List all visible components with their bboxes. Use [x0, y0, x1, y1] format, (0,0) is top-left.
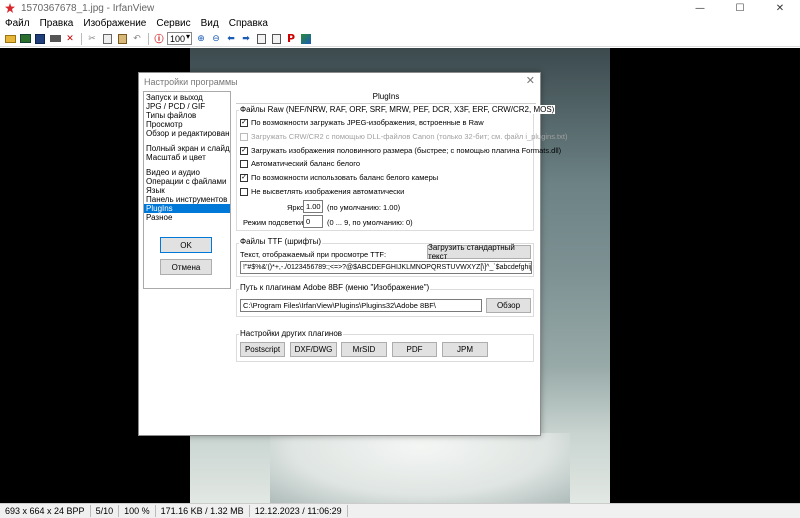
adobe-group-legend: Путь к плагинам Adobe 8BF (меню "Изображ… [239, 283, 431, 292]
delete-icon[interactable]: ✕ [63, 32, 77, 45]
raw-option-auto-white-balance[interactable]: Автоматический баланс белого [240, 159, 360, 168]
zoom-in-icon[interactable]: ⊕ [194, 32, 208, 45]
adobe-path-input[interactable]: C:\Program Files\IrfanView\Plugins\Plugi… [240, 299, 482, 312]
maximize-button[interactable]: ☐ [720, 0, 760, 16]
print-icon[interactable] [48, 32, 62, 45]
window-controls: — ☐ ✕ [680, 0, 800, 16]
raw-option-embedded-jpeg[interactable]: ✓ По возможности загружать JPEG-изображе… [240, 118, 484, 127]
status-bar: 693 x 664 x 24 BPP 5/10 100 % 171.16 KB … [0, 503, 800, 518]
raw-option-canon-dll: Загружать CRW/CR2 с помощью DLL-файлов C… [240, 132, 567, 141]
photo-highlight [270, 433, 570, 503]
ttf-text-label: Текст, отображаемый при просмотре TTF: [240, 250, 387, 259]
category-item[interactable]: Просмотр [144, 120, 230, 129]
checkbox-unchecked[interactable] [240, 159, 248, 168]
menu-bar: Файл Правка Изображение Сервис Вид Справ… [0, 16, 800, 30]
paste-icon[interactable] [115, 32, 129, 45]
load-default-text-button[interactable]: Загрузить стандартный текст [427, 243, 531, 261]
previous-icon[interactable]: ⬅ [224, 32, 238, 45]
ttf-text-input[interactable]: !"#$%&'()*+,-./0123456789:;<=>?@$ABCDEFG… [240, 261, 532, 274]
category-item[interactable]: Язык [144, 186, 230, 195]
minimize-button[interactable]: — [680, 0, 720, 16]
panel-title: PlugIns [372, 92, 400, 101]
toolbar-separator [81, 32, 82, 45]
toolbar: ✕ ✂ ↶ ⓘ 100 ⊕ ⊖ ⬅ ➡ P [0, 31, 800, 47]
category-item[interactable]: Панель инструментов [144, 195, 230, 204]
ok-button[interactable]: OK [160, 237, 212, 253]
category-item[interactable]: Обзор и редактирование [144, 129, 230, 138]
status-dimensions: 693 x 664 x 24 BPP [0, 505, 91, 517]
last-image-icon[interactable] [269, 32, 283, 45]
postscript-button[interactable]: Postscript [240, 342, 285, 357]
cut-icon[interactable]: ✂ [85, 32, 99, 45]
raw-group [236, 110, 534, 231]
category-item-plugins[interactable]: PlugIns [144, 204, 230, 213]
menu-tools[interactable]: Сервис [151, 18, 195, 29]
close-button[interactable]: ✕ [760, 0, 800, 16]
category-item[interactable]: Масштаб и цвет [144, 153, 230, 162]
checkbox-unchecked [240, 132, 248, 141]
paint-icon[interactable]: P [284, 32, 298, 45]
toolbar-separator [148, 32, 149, 45]
category-item[interactable]: Разное [144, 213, 230, 222]
raw-option-no-auto-brighten[interactable]: Не высветлять изображения автоматически [240, 187, 404, 196]
other-plugins-legend: Настройки других плагинов [239, 329, 344, 338]
settings-dialog: Настройки программы ✕ Запуск и выход JPG… [138, 72, 567, 436]
brightness-hint: (по умолчанию: 1.00) [327, 203, 401, 212]
cancel-button[interactable]: Отмена [160, 259, 212, 275]
ttf-group-legend: Файлы TTF (шрифты) [239, 237, 323, 246]
category-item[interactable]: Запуск и выход [144, 93, 230, 102]
brightness-input[interactable]: 1.00 [303, 200, 323, 213]
irfanview-logo-icon [5, 3, 15, 13]
checkbox-checked[interactable]: ✓ [240, 146, 248, 155]
zoom-select[interactable]: 100 [167, 32, 192, 45]
checkbox-checked[interactable]: ✓ [240, 173, 248, 182]
highlight-mode-input[interactable]: 0 [303, 215, 323, 228]
checkbox-unchecked[interactable] [240, 187, 248, 196]
open-icon[interactable] [3, 32, 17, 45]
highlight-mode-hint: (0 ... 9, по умолчанию: 0) [327, 218, 413, 227]
category-item[interactable]: Видео и аудио [144, 168, 230, 177]
next-icon[interactable]: ➡ [239, 32, 253, 45]
dialog-close-icon[interactable]: ✕ [526, 74, 535, 87]
jpm-button[interactable]: JPM [442, 342, 488, 357]
panel-divider [236, 103, 536, 104]
status-zoom: 100 % [119, 505, 156, 517]
save-icon[interactable] [33, 32, 47, 45]
window-title: 1570367678_1.jpg - IrfanView [21, 2, 155, 14]
status-filesize: 171.16 KB / 1.32 MB [156, 505, 250, 517]
settings-icon[interactable] [299, 32, 313, 45]
category-item[interactable]: Полный экран и слайдшоу [144, 144, 230, 153]
copy-icon[interactable] [100, 32, 114, 45]
thumbnails-icon[interactable] [18, 32, 32, 45]
info-icon[interactable]: ⓘ [152, 32, 166, 45]
checkbox-checked[interactable]: ✓ [240, 118, 248, 127]
raw-option-camera-white-balance[interactable]: ✓ По возможности использовать баланс бел… [240, 173, 438, 182]
category-item[interactable]: Типы файлов [144, 111, 230, 120]
menu-file[interactable]: Файл [0, 18, 35, 29]
dxf-dwg-button[interactable]: DXF/DWG [290, 342, 337, 357]
title-bar: 1570367678_1.jpg - IrfanView — ☐ ✕ [0, 0, 800, 16]
menu-help[interactable]: Справка [224, 18, 273, 29]
dialog-title: Настройки программы [144, 76, 238, 87]
menu-edit[interactable]: Правка [35, 18, 79, 29]
category-item[interactable]: Операции с файлами [144, 177, 230, 186]
raw-option-half-size[interactable]: ✓ Загружать изображения половинного разм… [240, 146, 561, 155]
raw-group-legend: Файлы Raw (NEF/NRW, RAF, ORF, SRF, MRW, … [239, 105, 556, 114]
menu-image[interactable]: Изображение [78, 18, 151, 29]
highlight-mode-label: Режим подсветки: [243, 218, 306, 227]
undo-icon[interactable]: ↶ [130, 32, 144, 45]
mrsid-button[interactable]: MrSID [341, 342, 387, 357]
category-item[interactable]: JPG / PCD / GIF [144, 102, 230, 111]
pdf-button[interactable]: PDF [392, 342, 437, 357]
menu-view[interactable]: Вид [196, 18, 224, 29]
status-index: 5/10 [91, 505, 120, 517]
status-datetime: 12.12.2023 / 11:06:29 [250, 505, 348, 517]
browse-button[interactable]: Обзор [486, 298, 531, 313]
first-image-icon[interactable] [254, 32, 268, 45]
zoom-out-icon[interactable]: ⊖ [209, 32, 223, 45]
